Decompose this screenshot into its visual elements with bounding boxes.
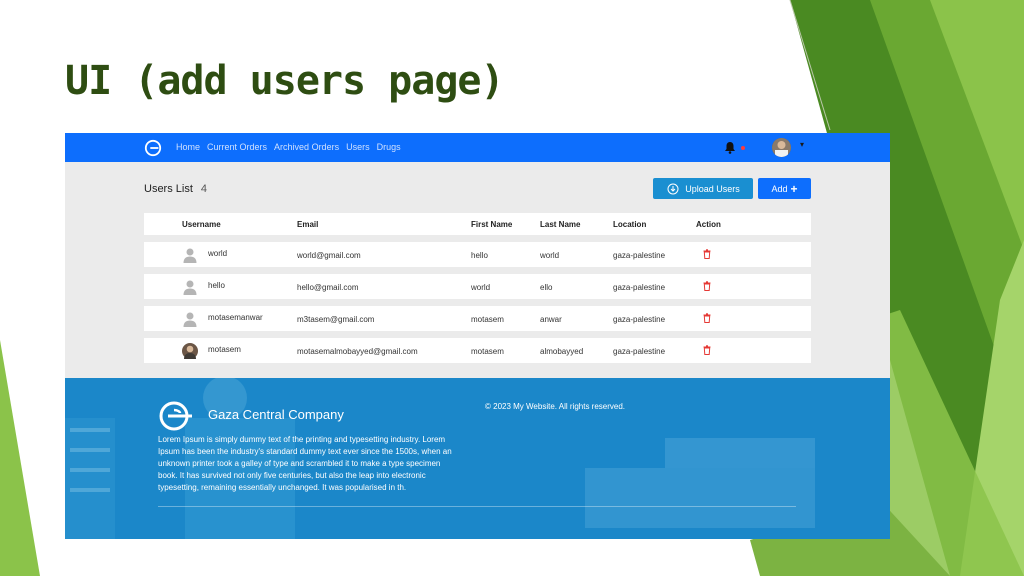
cell-location: gaza-palestine — [613, 251, 666, 260]
upload-users-button[interactable]: Upload Users — [653, 178, 753, 199]
avatar-icon[interactable] — [772, 138, 791, 157]
table-row: motasemanwar m3tasem@gmail.com motasem a… — [144, 306, 811, 331]
nav-links: Home Current Orders Archived Orders User… — [176, 142, 401, 152]
cell-username: world — [208, 249, 228, 258]
default-user-icon — [183, 248, 197, 263]
cell-location: gaza-palestine — [613, 283, 666, 292]
footer-description: Lorem Ipsum is simply dummy text of the … — [158, 435, 452, 492]
cell-last-name: world — [540, 251, 560, 260]
nav-link-home[interactable]: Home — [176, 142, 200, 152]
cell-first-name: world — [471, 283, 491, 292]
delete-icon[interactable] — [703, 249, 711, 259]
footer-logo-icon — [159, 401, 192, 431]
users-table-header: Username Email First Name Last Name Loca… — [144, 213, 811, 235]
cell-username: hello — [208, 281, 225, 290]
cell-username: motasem — [208, 345, 241, 354]
bell-icon[interactable] — [724, 141, 736, 154]
cell-last-name: ello — [540, 283, 553, 292]
upload-users-label: Upload Users — [685, 183, 740, 194]
header-first-name: First Name — [471, 220, 513, 229]
cell-email: world@gmail.com — [297, 251, 361, 260]
caret-down-icon[interactable]: ▾ — [800, 140, 804, 149]
slide-title: UI (add users page) — [65, 58, 505, 104]
table-row: motasem motasemalmobayyed@gmail.com mota… — [144, 338, 811, 363]
photo-avatar-icon — [182, 343, 198, 359]
cell-email: m3tasem@gmail.com — [297, 315, 375, 324]
cell-last-name: almobayyed — [540, 347, 584, 356]
plus-icon: + — [790, 181, 798, 196]
cell-location: gaza-palestine — [613, 347, 666, 356]
cell-email: motasemalmobayyed@gmail.com — [297, 347, 418, 356]
notification-dot — [741, 146, 745, 150]
footer-copyright: © 2023 My Website. All rights reserved. — [485, 402, 626, 411]
default-user-icon — [183, 312, 197, 327]
cell-location: gaza-palestine — [613, 315, 666, 324]
app-screenshot: Home Current Orders Archived Orders User… — [65, 133, 890, 539]
delete-icon[interactable] — [703, 345, 711, 355]
users-count: 4 — [200, 183, 208, 195]
footer-divider — [158, 506, 796, 507]
table-row: world world@gmail.com hello world gaza-p… — [144, 242, 811, 267]
add-user-button[interactable]: Add + — [758, 178, 811, 199]
default-user-icon — [183, 280, 197, 295]
delete-icon[interactable] — [703, 281, 711, 291]
company-logo-icon[interactable] — [144, 139, 162, 157]
header-last-name: Last Name — [540, 220, 581, 229]
header-action: Action — [696, 220, 721, 229]
cell-username: motasemanwar — [208, 313, 263, 322]
add-user-label: Add — [771, 183, 788, 194]
header-email: Email — [297, 220, 319, 229]
cell-first-name: hello — [471, 251, 488, 260]
navbar: Home Current Orders Archived Orders User… — [65, 133, 890, 162]
upload-icon — [667, 183, 679, 194]
delete-icon[interactable] — [703, 313, 711, 323]
cell-first-name: motasem — [471, 347, 504, 356]
header-location: Location — [613, 220, 647, 229]
cell-email: hello@gmail.com — [297, 283, 359, 292]
cell-first-name: motasem — [471, 315, 504, 324]
users-list-heading: Users List 4 — [144, 183, 207, 195]
nav-link-archived-orders[interactable]: Archived Orders — [274, 142, 339, 152]
nav-link-current-orders[interactable]: Current Orders — [207, 142, 267, 152]
footer-company-name: Gaza Central Company — [208, 407, 344, 422]
cell-last-name: anwar — [540, 315, 562, 324]
users-list-title: Users List — [144, 183, 193, 195]
header-username: Username — [182, 220, 221, 229]
nav-link-users[interactable]: Users — [346, 142, 370, 152]
footer: Gaza Central Company © 2023 My Website. … — [65, 378, 890, 539]
nav-link-drugs[interactable]: Drugs — [377, 142, 401, 152]
table-row: hello hello@gmail.com world ello gaza-pa… — [144, 274, 811, 299]
